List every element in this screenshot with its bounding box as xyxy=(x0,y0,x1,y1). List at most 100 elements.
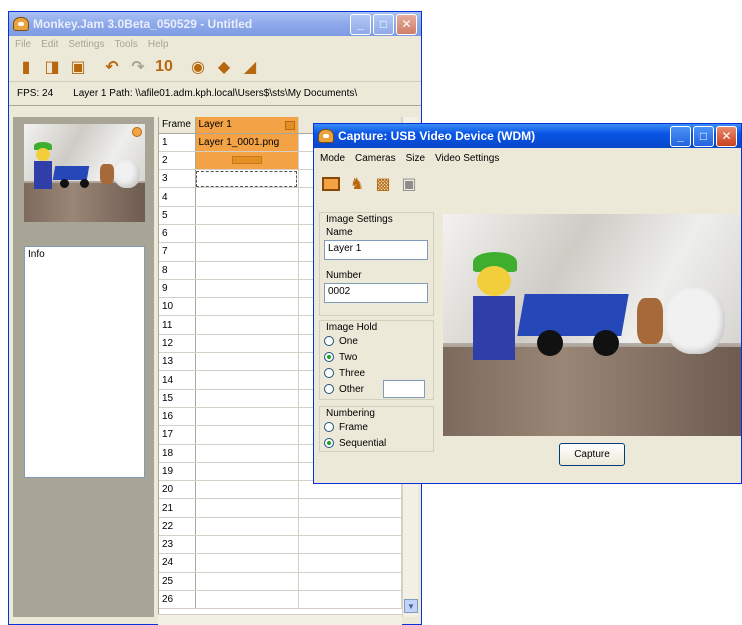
frame-ten-icon[interactable]: 10 xyxy=(153,56,175,78)
layer-cell[interactable] xyxy=(195,297,299,317)
camera-settings-icon[interactable]: ▣ xyxy=(398,173,420,195)
layer-cell[interactable] xyxy=(195,553,299,573)
layer-cell[interactable] xyxy=(195,444,299,463)
menu-mode[interactable]: Mode xyxy=(320,153,345,164)
menu-size[interactable]: Size xyxy=(406,153,425,164)
menu-file[interactable]: File xyxy=(15,39,31,50)
layer-cell[interactable] xyxy=(195,242,299,262)
hold-option-other[interactable]: Other xyxy=(324,380,429,398)
menu-cameras[interactable]: Cameras xyxy=(355,153,396,164)
radio-three[interactable] xyxy=(324,368,334,378)
capture-app-icon xyxy=(318,129,334,143)
empty-cell[interactable] xyxy=(298,572,402,591)
frame-number: 17 xyxy=(159,425,196,445)
layer-cell[interactable] xyxy=(195,187,299,207)
menu-tools[interactable]: Tools xyxy=(115,39,138,50)
capture-minimize-button[interactable]: _ xyxy=(670,125,691,147)
layer-cell[interactable] xyxy=(195,480,299,500)
menu-edit[interactable]: Edit xyxy=(41,39,58,50)
export-icon[interactable]: ◢ xyxy=(239,56,261,78)
layer-cell[interactable] xyxy=(195,590,299,610)
camera-icon[interactable]: ◉ xyxy=(187,56,209,78)
capture-figure-icon[interactable]: ♞ xyxy=(346,173,368,195)
empty-cell[interactable] xyxy=(298,553,402,573)
frame-number: 19 xyxy=(159,462,196,482)
main-titlebar[interactable]: Monkey.Jam 3.0Beta_050529 - Untitled _ □… xyxy=(9,12,421,36)
frame-number: 20 xyxy=(159,480,196,500)
layer-cell[interactable] xyxy=(195,425,299,445)
layer-cell[interactable] xyxy=(195,206,299,225)
layer-cell[interactable] xyxy=(195,224,299,244)
frame-number: 3 xyxy=(159,169,196,189)
layer-cell[interactable] xyxy=(195,517,299,537)
radio-sequential[interactable] xyxy=(324,438,334,448)
layer-cell[interactable] xyxy=(195,315,299,335)
frame-number: 9 xyxy=(159,279,196,299)
layer-cell[interactable] xyxy=(195,261,299,280)
layer-cell[interactable] xyxy=(195,389,299,408)
other-hold-field[interactable] xyxy=(383,380,426,398)
frame-number: 21 xyxy=(159,498,196,518)
layer-cell[interactable] xyxy=(195,279,299,299)
menu-settings[interactable]: Settings xyxy=(68,39,104,50)
layer-cell[interactable] xyxy=(195,535,299,555)
capture-close-button[interactable]: ✕ xyxy=(716,125,737,147)
image-hold-group: Image Hold One Two Three Other xyxy=(319,320,434,400)
undo-icon[interactable]: ↶ xyxy=(101,56,123,78)
camera-live-view xyxy=(443,214,741,436)
layer-cell[interactable] xyxy=(195,407,299,427)
menu-help[interactable]: Help xyxy=(148,39,169,50)
name-field[interactable]: Layer 1 xyxy=(324,240,428,260)
frame-number: 23 xyxy=(159,535,196,555)
table-row: 24 xyxy=(159,553,402,573)
hold-option-three[interactable]: Three xyxy=(324,365,429,381)
empty-cell[interactable] xyxy=(298,517,402,537)
image-hold-title: Image Hold xyxy=(324,322,380,333)
numbering-option-sequential[interactable]: Sequential xyxy=(324,435,429,451)
layer-column-header[interactable]: Layer 1 xyxy=(195,117,299,134)
redo-icon[interactable]: ↷ xyxy=(127,56,149,78)
hold-option-two[interactable]: Two xyxy=(324,349,429,365)
scroll-down-icon[interactable]: ▼ xyxy=(404,599,418,613)
capture-titlebar[interactable]: Capture: USB Video Device (WDM) _ □ ✕ xyxy=(314,124,741,148)
layer-cell[interactable] xyxy=(195,498,299,518)
empty-cell[interactable] xyxy=(298,498,402,518)
preview-icon[interactable]: ◆ xyxy=(213,56,235,78)
radio-other[interactable] xyxy=(324,384,334,394)
number-field[interactable]: 0002 xyxy=(324,283,428,303)
capture-button[interactable]: Capture xyxy=(559,443,625,466)
selected-cell[interactable] xyxy=(195,169,299,189)
onion-skin-icon[interactable]: ▩ xyxy=(372,173,394,195)
minimize-button[interactable]: _ xyxy=(350,13,371,35)
numbering-option-frame[interactable]: Frame xyxy=(324,419,429,435)
frame-number: 11 xyxy=(159,315,196,335)
radio-two[interactable] xyxy=(324,352,334,362)
frame-view-icon[interactable] xyxy=(320,173,342,195)
layer-cell[interactable] xyxy=(195,572,299,591)
thumbnail-preview[interactable] xyxy=(24,124,145,222)
layer-cell[interactable] xyxy=(195,151,299,171)
layer-cell[interactable] xyxy=(195,462,299,482)
radio-frame[interactable] xyxy=(324,422,334,432)
open-file-icon[interactable]: ◨ xyxy=(41,56,63,78)
frame-number: 22 xyxy=(159,517,196,537)
close-button[interactable]: ✕ xyxy=(396,13,417,35)
layer-cell[interactable] xyxy=(195,334,299,354)
layer-cell[interactable] xyxy=(195,370,299,390)
table-row: 26 xyxy=(159,590,402,610)
save-file-icon[interactable]: ▣ xyxy=(67,56,89,78)
new-file-icon[interactable]: ▮ xyxy=(15,56,37,78)
maximize-button[interactable]: □ xyxy=(373,13,394,35)
table-row: 21 xyxy=(159,498,402,518)
empty-cell[interactable] xyxy=(298,535,402,555)
empty-cell[interactable] xyxy=(298,590,402,610)
capture-maximize-button[interactable]: □ xyxy=(693,125,714,147)
grid-horizontal-scrollbar[interactable] xyxy=(158,614,402,625)
layer-cell[interactable]: Layer 1_0001.png xyxy=(195,133,299,152)
menu-video-settings[interactable]: Video Settings xyxy=(435,153,499,164)
fps-label: FPS: 24 xyxy=(17,88,54,99)
layer-cell[interactable] xyxy=(195,352,299,372)
hold-option-one[interactable]: One xyxy=(324,333,429,349)
radio-one[interactable] xyxy=(324,336,334,346)
layer-toggle-icon[interactable] xyxy=(284,121,295,131)
